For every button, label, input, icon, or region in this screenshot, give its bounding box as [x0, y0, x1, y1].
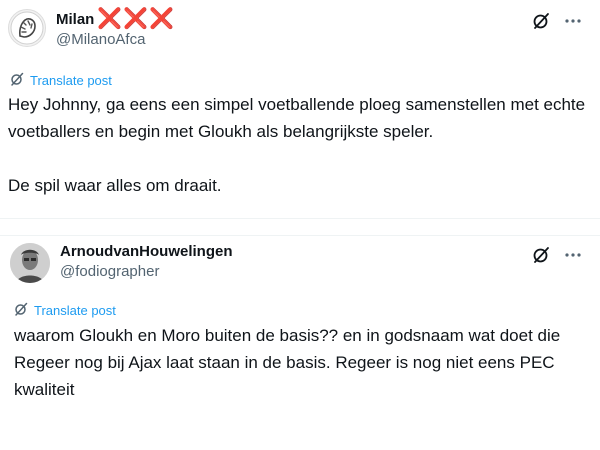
display-name[interactable]: ArnoudvanHouwelingen [60, 243, 233, 260]
handle[interactable]: @MilanoAfca [56, 31, 145, 48]
post-paragraph: De spil waar alles om draait. [8, 176, 222, 195]
author-name-row[interactable]: Milan ❌❌❌ [56, 8, 176, 30]
translate-icon [14, 302, 28, 319]
translate-icon [10, 72, 24, 89]
translate-post-link[interactable]: Translate post [14, 302, 116, 319]
ajax-logo-icon [10, 11, 44, 45]
divider [0, 218, 600, 236]
post-text: waarom Gloukh en Moro buiten de basis?? … [14, 322, 589, 403]
grok-icon[interactable] [532, 12, 550, 30]
avatar[interactable] [8, 9, 46, 47]
post-paragraph: Hey Johnny, ga eens een simpel voetballe… [8, 95, 586, 141]
post[interactable]: Milan ❌❌❌ @MilanoAfca Translate post Hey… [0, 0, 600, 218]
post-paragraph: waarom Gloukh en Moro buiten de basis?? … [14, 326, 561, 399]
author-name-row[interactable]: ArnoudvanHouwelingen [60, 243, 233, 260]
translate-label[interactable]: Translate post [30, 73, 112, 88]
profile-photo-icon [10, 243, 50, 283]
display-name[interactable]: Milan [56, 11, 94, 28]
post-text: Hey Johnny, ga eens een simpel voetballe… [8, 91, 588, 199]
post-actions [532, 12, 582, 30]
avatar[interactable] [10, 243, 50, 283]
name-suffix: ❌❌❌ [97, 8, 176, 30]
more-icon[interactable] [564, 246, 582, 264]
translate-post-link[interactable]: Translate post [10, 72, 112, 89]
translate-label[interactable]: Translate post [34, 303, 116, 318]
handle[interactable]: @fodiographer [60, 263, 159, 280]
post-actions [532, 246, 582, 264]
more-icon[interactable] [564, 12, 582, 30]
post[interactable]: ArnoudvanHouwelingen @fodiographer Trans… [0, 236, 600, 450]
grok-icon[interactable] [532, 246, 550, 264]
